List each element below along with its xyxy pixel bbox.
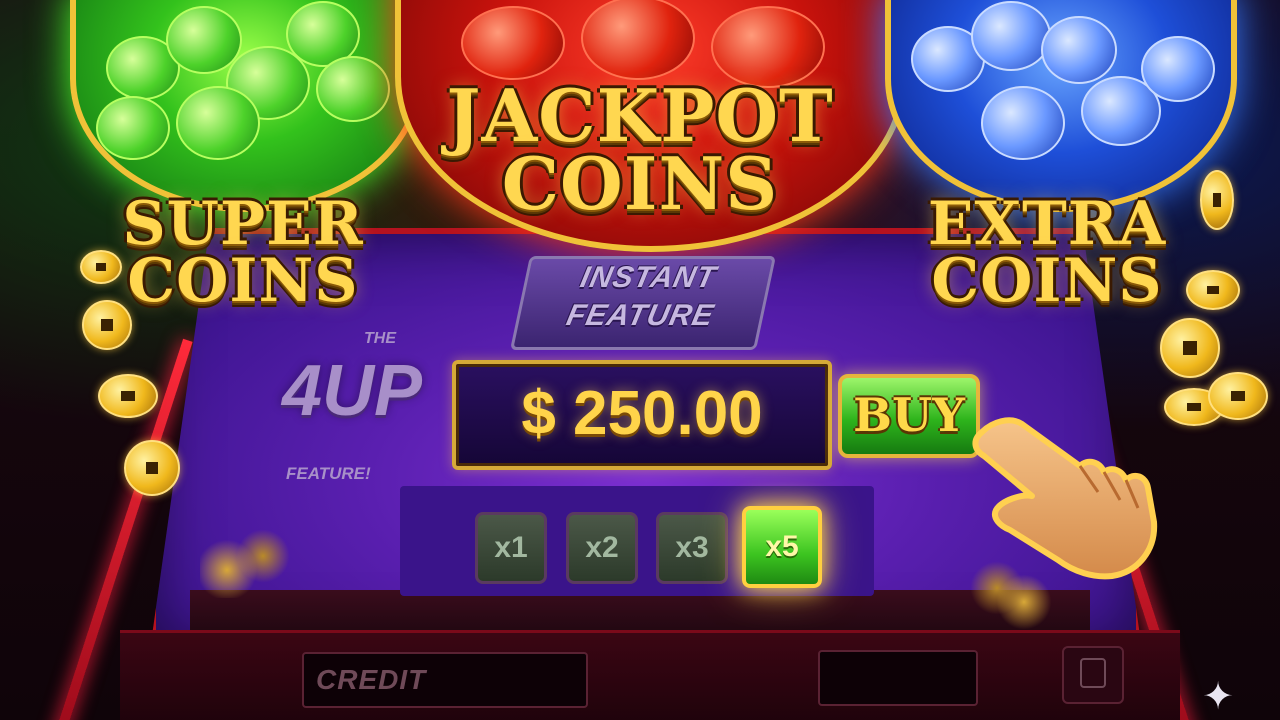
menu-button[interactable]: [1062, 646, 1124, 704]
extra-coins-line1: EXTRA: [927, 189, 1167, 259]
instant-feature-badge: INSTANT FEATURE: [510, 256, 776, 350]
four-up-feature-logo: THE 4UP FEATURE!: [270, 330, 440, 490]
screen-floor: [190, 590, 1090, 630]
gold-coin-icon: [98, 374, 158, 418]
super-coins-title: SUPER COINS: [108, 189, 378, 316]
multiplier-x2-label: x2: [585, 531, 619, 564]
instant-feature-line1: INSTANT: [577, 261, 720, 294]
multiplier-x2-button[interactable]: x2: [566, 512, 638, 584]
jackpot-coins-title: JACKPOT COINS: [430, 79, 850, 227]
gold-coin-icon: [80, 250, 122, 284]
multiplier-x1-label: x1: [494, 531, 528, 564]
sparkle-icon: ✦: [1202, 674, 1234, 718]
gold-coin-icon: [82, 300, 132, 350]
hand-pointer-icon: [972, 417, 1158, 580]
buy-button-label: BUY: [853, 388, 965, 442]
bet-meter: [818, 650, 978, 706]
gold-coin-icon: [1186, 270, 1240, 310]
gold-coin-icon: [1160, 318, 1220, 378]
buy-button[interactable]: BUY: [838, 374, 980, 458]
four-up-the-label: THE: [364, 330, 396, 347]
multiplier-x1-button[interactable]: x1: [475, 512, 547, 584]
multiplier-x3-label: x3: [675, 531, 709, 564]
four-up-logo-text: 4UP: [282, 351, 423, 431]
credit-label: CREDIT: [316, 664, 427, 695]
feature-price-value: $ 250.00: [521, 379, 763, 448]
multiplier-x5-label: x5: [765, 530, 799, 563]
credit-meter: CREDIT: [302, 652, 588, 708]
super-coins-line1: SUPER: [122, 189, 364, 259]
gold-coin-icon: [1208, 372, 1268, 420]
four-up-feature-label: FEATURE!: [286, 464, 371, 483]
multiplier-x5-button[interactable]: x5: [742, 506, 822, 588]
feature-price-panel: $ 250.00: [452, 360, 832, 470]
multiplier-x3-button[interactable]: x3: [656, 512, 728, 584]
jackpot-coins-line2: COINS: [501, 141, 779, 227]
super-coins-line2: COINS: [127, 246, 359, 316]
cabinet-bottom-bar: [120, 630, 1180, 720]
left-cloud-ornament: [200, 528, 290, 598]
extra-coins-line2: COINS: [931, 246, 1163, 316]
extra-coins-title: EXTRA COINS: [902, 189, 1192, 316]
gold-coin-icon: [124, 440, 180, 496]
gold-coin-icon: [1200, 170, 1234, 230]
instant-feature-line2: FEATURE: [563, 299, 718, 332]
menu-icon: [1080, 658, 1106, 688]
slot-machine-scene: SUPER COINS JACKPOT COINS EXTRA COINS IN…: [0, 0, 1280, 720]
